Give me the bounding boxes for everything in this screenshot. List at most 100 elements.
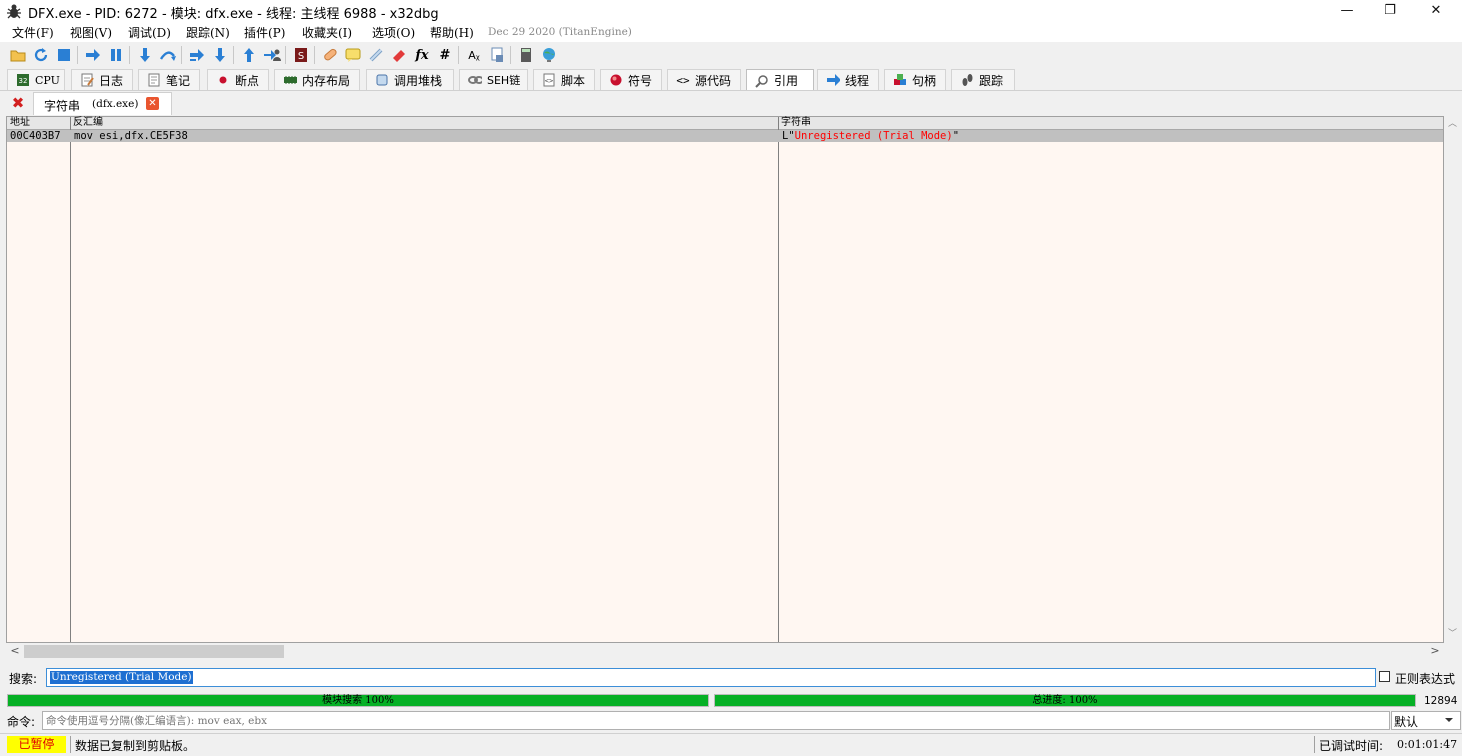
tab-memory-map[interactable]: 内存布局 bbox=[274, 69, 360, 90]
strings-icon[interactable] bbox=[488, 46, 506, 64]
calculator-icon[interactable] bbox=[517, 46, 535, 64]
debug-time-value: 0:01:01:47 bbox=[1397, 738, 1458, 751]
execute-till-return-icon[interactable] bbox=[240, 46, 258, 64]
tab-cpu[interactable]: 32 CPU bbox=[7, 69, 65, 90]
horizontal-scrollbar[interactable]: < > bbox=[6, 643, 1444, 660]
function-icon[interactable]: fx bbox=[413, 46, 431, 64]
scroll-right-icon[interactable]: > bbox=[1428, 644, 1442, 659]
menu-options[interactable]: 选项(O) bbox=[372, 24, 415, 41]
pause-icon[interactable] bbox=[107, 46, 125, 64]
tab-script[interactable]: <> 脚本 bbox=[533, 69, 595, 90]
hash-icon[interactable]: # bbox=[436, 46, 454, 64]
references-icon bbox=[755, 74, 769, 88]
menu-help[interactable]: 帮助(H) bbox=[430, 24, 474, 41]
scrollbar-thumb[interactable] bbox=[24, 645, 284, 658]
toolbar-separator bbox=[181, 46, 182, 64]
menu-plugins[interactable]: 插件(P) bbox=[244, 24, 285, 41]
trace-into-icon[interactable] bbox=[188, 46, 206, 64]
build-info: Dec 29 2020 (TitanEngine) bbox=[488, 26, 632, 38]
toolbar-separator bbox=[129, 46, 130, 64]
font-icon[interactable]: Aᵪ bbox=[465, 46, 483, 64]
toolbar-separator bbox=[314, 46, 315, 64]
run-to-user-code-icon[interactable] bbox=[263, 46, 281, 64]
column-header-disassembly[interactable]: 反汇编 bbox=[70, 117, 778, 130]
stop-icon[interactable] bbox=[55, 46, 73, 64]
close-button[interactable]: ✕ bbox=[1413, 0, 1459, 22]
tab-symbols[interactable]: 符号 bbox=[600, 69, 662, 90]
comment-icon[interactable] bbox=[344, 46, 362, 64]
bookmark-icon[interactable] bbox=[390, 46, 408, 64]
tab-call-stack-label: 调用堆栈 bbox=[394, 73, 443, 88]
close-tab-icon[interactable]: ✕ bbox=[146, 97, 159, 110]
scroll-up-icon[interactable]: ︿ bbox=[1444, 116, 1461, 131]
debug-time-panel: 已调试时间: 0:01:01:47 bbox=[1314, 736, 1461, 753]
column-header-address[interactable]: 地址 bbox=[7, 117, 70, 130]
symbols-icon bbox=[609, 73, 623, 87]
toolbar-separator bbox=[458, 46, 459, 64]
toolbar-separator bbox=[77, 46, 78, 64]
tab-breakpoints[interactable]: 断点 bbox=[207, 69, 269, 90]
row-string: L"Unregistered (Trial Mode)" bbox=[782, 131, 959, 142]
svg-text:S: S bbox=[298, 51, 304, 62]
step-into-icon[interactable] bbox=[136, 46, 154, 64]
tab-call-stack[interactable]: 调用堆栈 bbox=[366, 69, 454, 90]
tab-source[interactable]: <> 源代码 bbox=[667, 69, 741, 90]
menu-bar: 文件(F) 视图(V) 调试(D) 跟踪(N) 插件(P) 收藏夹(I) 选项(… bbox=[0, 22, 1462, 42]
search-input[interactable]: Unregistered (Trial Mode) bbox=[46, 668, 1376, 687]
table-row[interactable]: 00C403B7 mov esi,dfx.CE5F38 L"Unregister… bbox=[7, 130, 1443, 142]
tab-log[interactable]: 日志 bbox=[71, 69, 133, 90]
status-bar: 已暂停 数据已复制到剪贴板。 已调试时间: 0:01:01:47 bbox=[0, 733, 1462, 756]
step-over-icon[interactable] bbox=[159, 46, 177, 64]
trace-over-icon[interactable] bbox=[211, 46, 229, 64]
tab-seh-chain[interactable]: SEH链 bbox=[459, 69, 528, 90]
command-mode-select[interactable]: 默认 bbox=[1391, 711, 1461, 730]
tab-breakpoints-label: 断点 bbox=[235, 73, 260, 88]
regex-checkbox[interactable] bbox=[1379, 671, 1390, 682]
tab-threads[interactable]: 线程 bbox=[817, 69, 879, 90]
tab-references-label: 引用 bbox=[774, 74, 799, 88]
close-all-tabs-icon[interactable]: ✖ bbox=[9, 94, 27, 112]
tab-strings-module: (dfx.exe) bbox=[92, 98, 139, 110]
label-icon[interactable] bbox=[367, 46, 385, 64]
scroll-left-icon[interactable]: < bbox=[8, 644, 22, 659]
scroll-down-icon[interactable]: ﹀ bbox=[1444, 626, 1461, 641]
globe-icon[interactable] bbox=[540, 46, 558, 64]
menu-view[interactable]: 视图(V) bbox=[70, 24, 112, 41]
open-icon[interactable] bbox=[9, 46, 27, 64]
references-table[interactable]: 地址 反汇编 字符串 00C403B7 mov esi,dfx.CE5F38 L… bbox=[6, 116, 1444, 643]
tab-script-label: 脚本 bbox=[561, 73, 586, 88]
tab-source-label: 源代码 bbox=[695, 73, 732, 88]
module-progress-track: 模块搜索 100% bbox=[7, 694, 709, 707]
column-header-string[interactable]: 字符串 bbox=[778, 117, 1443, 130]
tab-references[interactable]: 引用 bbox=[746, 69, 814, 91]
restart-icon[interactable] bbox=[32, 46, 50, 64]
scylla-icon[interactable]: S bbox=[292, 46, 310, 64]
menu-file[interactable]: 文件(F) bbox=[12, 24, 54, 41]
patch-icon[interactable] bbox=[321, 46, 339, 64]
command-input[interactable] bbox=[42, 711, 1390, 730]
tab-strings[interactable]: 字符串 (dfx.exe) ✕ bbox=[33, 92, 172, 115]
notes-icon bbox=[147, 73, 161, 87]
restore-button[interactable]: ❐ bbox=[1367, 0, 1413, 22]
minimize-button[interactable]: — bbox=[1324, 0, 1370, 22]
toolbar: S fx # Aᵪ bbox=[0, 42, 1462, 68]
tab-strings-title: 字符串 bbox=[44, 99, 81, 113]
regex-label: 正则表达式 bbox=[1395, 672, 1456, 686]
vertical-scrollbar[interactable]: ︿ ﹀ bbox=[1444, 116, 1461, 643]
row-string-value: Unregistered (Trial Mode) bbox=[794, 130, 953, 142]
tab-symbols-label: 符号 bbox=[628, 73, 653, 88]
trace-icon bbox=[960, 73, 974, 87]
menu-trace[interactable]: 跟踪(N) bbox=[186, 24, 230, 41]
log-icon bbox=[80, 73, 94, 87]
toolbar-separator bbox=[233, 46, 234, 64]
tab-notes[interactable]: 笔记 bbox=[138, 69, 200, 90]
run-icon[interactable] bbox=[84, 46, 102, 64]
menu-favourites[interactable]: 收藏夹(I) bbox=[302, 24, 352, 41]
window-title: DFX.exe - PID: 6272 - 模块: dfx.exe - 线程: … bbox=[28, 7, 439, 22]
seh-chain-icon bbox=[468, 73, 482, 87]
tab-threads-label: 线程 bbox=[845, 73, 870, 88]
tab-handles[interactable]: 句柄 bbox=[884, 69, 946, 90]
menu-debug[interactable]: 调试(D) bbox=[128, 24, 171, 41]
tab-trace[interactable]: 跟踪 bbox=[951, 69, 1015, 90]
svg-text:32: 32 bbox=[19, 77, 28, 85]
